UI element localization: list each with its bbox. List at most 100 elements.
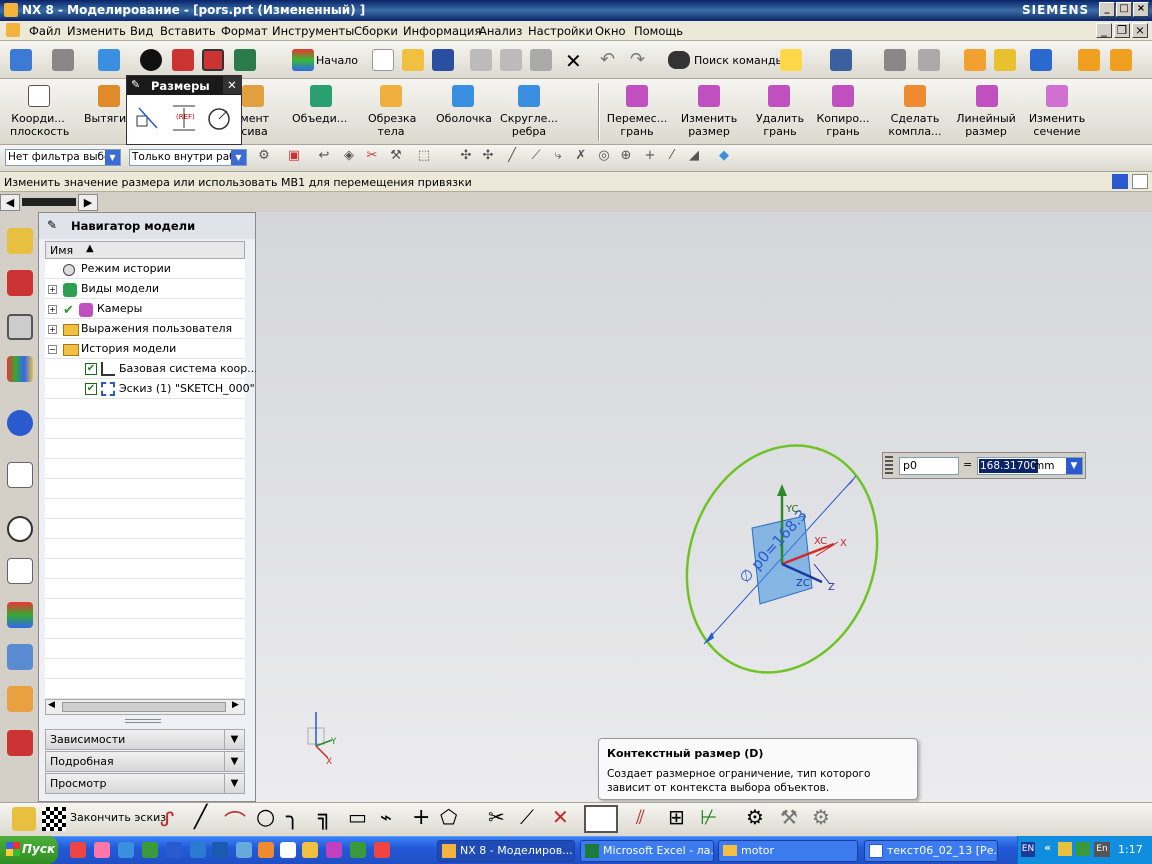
measure-distance-icon[interactable] <box>1078 49 1100 71</box>
collapse-icon[interactable]: − <box>48 345 57 354</box>
horizontal-scrollbar[interactable]: ◀ ▶ <box>45 699 245 715</box>
cut-icon[interactable] <box>470 49 492 71</box>
paste-icon[interactable] <box>530 49 552 71</box>
keyboard-layout-indicator[interactable]: En <box>1094 842 1110 857</box>
spline-icon[interactable]: ⬠ <box>440 805 457 829</box>
extrude-icon[interactable] <box>98 85 120 107</box>
edit-section-label-1[interactable]: Изменить <box>1028 112 1086 125</box>
find-command-label[interactable]: Поиск команды <box>694 54 784 67</box>
polyline-icon[interactable]: ⌁ <box>380 805 392 829</box>
dimension-value-field[interactable]: 168.31700 mm ▼ <box>977 457 1083 475</box>
process-studio-icon[interactable] <box>7 558 33 584</box>
convert-reference-icon[interactable]: ⚙ <box>746 805 764 829</box>
quicklaunch-icon[interactable] <box>374 842 390 858</box>
analysis-icon[interactable] <box>994 49 1016 71</box>
minimize-button[interactable]: _ <box>1099 2 1115 17</box>
start-icon[interactable] <box>292 49 314 71</box>
edge-blend-label-2[interactable]: ребра <box>500 125 558 138</box>
undo-icon[interactable]: ↶ <box>600 49 615 70</box>
linear-dimension-label-2[interactable]: размер <box>954 125 1018 138</box>
pattern-icon[interactable] <box>242 85 264 107</box>
quicklaunch-icon[interactable] <box>190 842 206 858</box>
graphics-window[interactable]: ∅ p0=168.3 YC XC ZC X Z Y X <box>256 212 1152 802</box>
quicklaunch-icon[interactable] <box>70 842 86 858</box>
quick-trim-icon[interactable]: ✂ <box>488 805 505 829</box>
rectangle-select-icon[interactable]: ⬚ <box>416 148 432 164</box>
quick-extend-icon[interactable]: ⟋ <box>520 805 534 829</box>
visualization-icon[interactable] <box>7 602 33 628</box>
menu-analysis[interactable]: Анализ <box>479 24 522 38</box>
alternate-solution-icon[interactable]: ⚒ <box>780 805 798 829</box>
scroll-thumb[interactable] <box>62 702 226 712</box>
task-folder[interactable]: motor <box>718 840 858 862</box>
tree-row-model-views[interactable]: + Виды модели <box>45 279 245 299</box>
fillet-icon[interactable]: ╮ <box>286 805 299 830</box>
task-nx[interactable]: NX 8 - Моделиров... <box>437 840 575 862</box>
manufacturing-icon[interactable] <box>7 730 33 756</box>
point-icon[interactable]: + <box>412 805 430 830</box>
midpoint-icon[interactable]: ✣ <box>480 148 496 164</box>
line-icon[interactable]: ╱ <box>194 805 207 830</box>
window-icon[interactable] <box>10 49 32 71</box>
body-icon[interactable]: ✂ <box>364 148 380 164</box>
auto-constrain-icon[interactable]: ⊞ <box>668 805 685 829</box>
curve-point-icon[interactable]: ⤷ <box>550 148 566 164</box>
copy-face-label-1[interactable]: Копиро... <box>812 112 874 125</box>
details-panel[interactable]: Подробная ▼ <box>45 751 245 772</box>
menu-help[interactable]: Помощь <box>634 24 683 38</box>
resize-face-icon[interactable] <box>698 85 720 107</box>
inferred-constraints-icon[interactable]: ⚙ <box>812 805 830 829</box>
new-file-icon[interactable] <box>372 49 394 71</box>
menu-format[interactable]: Формат <box>221 24 268 38</box>
rectangle-icon[interactable]: ▭ <box>348 805 367 829</box>
finish-sketch-icon[interactable] <box>42 807 66 831</box>
profile-icon[interactable]: ᔑ <box>160 807 174 831</box>
arrow-right-icon[interactable]: ▶ <box>78 194 98 211</box>
delete-icon[interactable]: ✕ <box>565 49 582 73</box>
point-on-curve-icon[interactable]: ⟋ <box>528 148 544 164</box>
quadrant-icon[interactable]: ⊕ <box>618 148 634 164</box>
tray-icon[interactable] <box>1076 842 1090 856</box>
tree-row-history-mode[interactable]: Режим истории <box>45 259 245 279</box>
trim-body-label-1[interactable]: Обрезка <box>368 112 416 125</box>
chevron-down-icon[interactable]: ▼ <box>224 730 244 749</box>
move-face-label-2[interactable]: грань <box>606 125 668 138</box>
move-face-icon[interactable] <box>626 85 648 107</box>
trim-body-icon[interactable] <box>380 85 402 107</box>
expand-icon[interactable]: + <box>48 285 57 294</box>
quicklaunch-icon[interactable] <box>326 842 342 858</box>
layers-icon[interactable] <box>884 49 906 71</box>
snap-point-icon[interactable]: ▣ <box>286 148 302 164</box>
make-coplanar-label-2[interactable]: компла... <box>884 125 946 138</box>
preview-panel[interactable]: Просмотр ▼ <box>45 773 245 794</box>
menu-view[interactable]: Вид <box>130 24 153 38</box>
quicklaunch-icon[interactable] <box>166 842 182 858</box>
quicklaunch-icon[interactable] <box>212 842 228 858</box>
menu-information[interactable]: Информация <box>403 24 481 38</box>
doc-minimize-button[interactable]: _ <box>1096 23 1112 38</box>
component-icon[interactable]: ⚒ <box>388 148 404 164</box>
constraint-navigator-icon[interactable] <box>7 270 33 296</box>
render-style-icon[interactable] <box>140 49 162 71</box>
arrow-left-icon[interactable]: ◀ <box>0 194 20 211</box>
quicklaunch-icon[interactable] <box>350 842 366 858</box>
quicklaunch-icon[interactable] <box>94 842 110 858</box>
tree-row-sketch[interactable]: ✔ Эскиз (1) "SKETCH_000" <box>45 379 255 399</box>
filter-icon[interactable]: ⚙ <box>256 148 272 164</box>
binoculars-icon[interactable] <box>668 51 690 69</box>
doc-close-button[interactable]: × <box>1132 23 1148 38</box>
quicklaunch-icon[interactable] <box>302 842 318 858</box>
resource-bar-slider[interactable] <box>22 198 76 206</box>
task-word[interactable]: текст06_02_13 [Ре... <box>864 840 998 862</box>
language-indicator[interactable]: EN <box>1021 842 1035 857</box>
roles-icon[interactable] <box>7 644 33 670</box>
status-icon[interactable] <box>1112 174 1128 189</box>
cube-icon[interactable]: ◆ <box>716 148 732 164</box>
datum-plane-icon[interactable] <box>28 85 50 107</box>
close-button[interactable]: × <box>1133 2 1149 17</box>
finish-sketch-label[interactable]: Закончить эскиз <box>70 811 166 824</box>
shaded-view-icon[interactable] <box>98 49 120 71</box>
resize-face-label-2[interactable]: размер <box>680 125 738 138</box>
start-button[interactable]: Пуск <box>0 836 58 864</box>
line-point-icon[interactable]: ╱ <box>504 148 520 164</box>
